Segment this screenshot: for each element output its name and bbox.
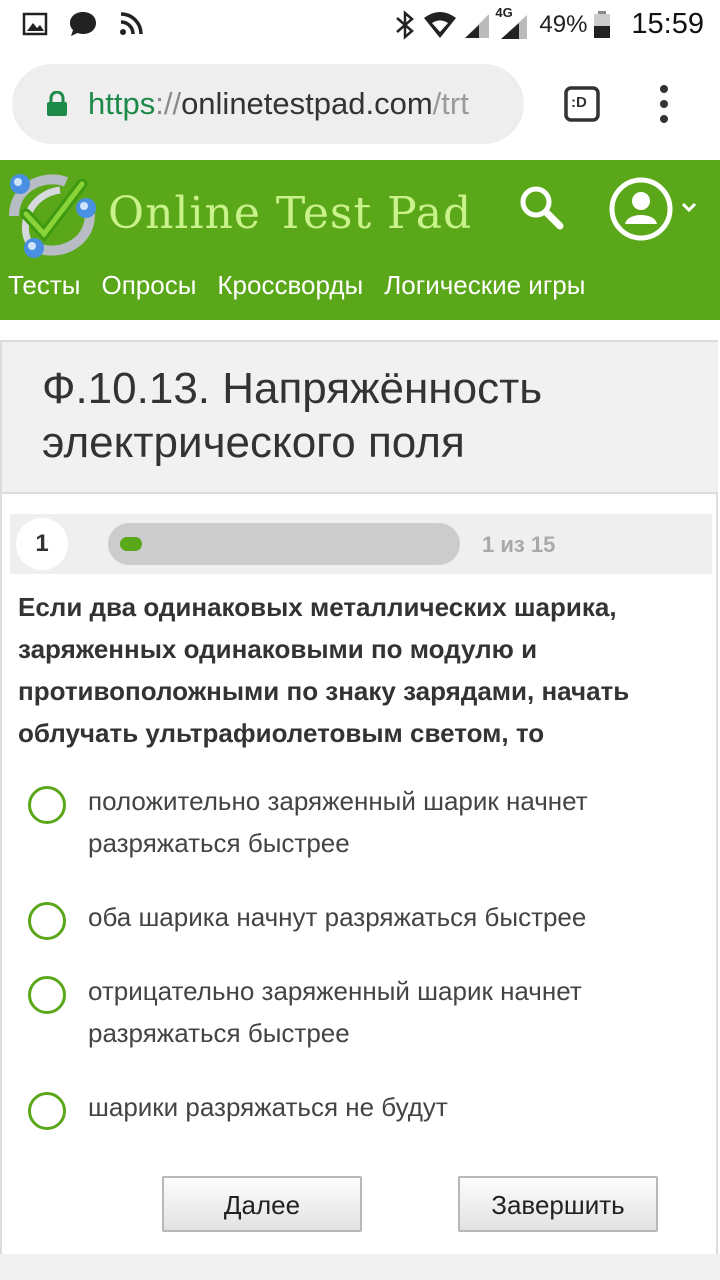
site-title[interactable]: Online Test Pad xyxy=(108,188,472,239)
radio-button[interactable] xyxy=(28,976,66,1014)
site-header: Online Test Pad Тесты Опросы Кроссворды … xyxy=(0,160,720,320)
search-button[interactable] xyxy=(516,182,566,232)
answer-label[interactable]: отрицательно заряженный шарик начнет раз… xyxy=(88,970,668,1054)
more-vert-icon xyxy=(660,85,668,123)
site-logo-icon[interactable] xyxy=(0,164,104,268)
test-title-area: Ф.10.13. Напряжённость электрического по… xyxy=(2,342,718,494)
url-separator: :// xyxy=(155,86,182,121)
bluetooth-icon xyxy=(396,9,415,40)
progress-count: 1 из 15 xyxy=(482,532,556,557)
clock: 15:59 xyxy=(631,8,704,40)
user-account-button[interactable] xyxy=(608,176,674,242)
answer-label[interactable]: шарики разряжаться не будут xyxy=(88,1086,668,1128)
page-title: Ф.10.13. Напряжённость электрического по… xyxy=(42,364,543,467)
status-bar: 4G 49% 15:59 xyxy=(0,0,720,50)
test-card: Ф.10.13. Напряжённость электрического по… xyxy=(0,340,718,1280)
rss-icon xyxy=(120,12,143,35)
main-nav: Тесты Опросы Кроссворды Логические игры xyxy=(8,270,585,301)
notification-icons xyxy=(22,10,144,38)
question-text: Если два одинаковых металлических шарика… xyxy=(18,592,630,748)
url-path: /trt xyxy=(432,86,469,121)
url-host: onlinetestpad.com xyxy=(181,86,433,121)
nav-item-polls[interactable]: Опросы xyxy=(101,270,196,301)
radio-button[interactable] xyxy=(28,786,66,824)
page-footer-strip xyxy=(0,1254,720,1280)
url-text: https://onlinetestpad.com/trt xyxy=(88,86,469,122)
radio-button[interactable] xyxy=(28,902,66,940)
signal-4g-icon: 4G xyxy=(495,5,529,41)
search-icon xyxy=(520,186,564,230)
user-avatar-icon xyxy=(609,177,673,241)
progress-bar-fill xyxy=(120,537,142,551)
url-scheme: https xyxy=(88,86,156,121)
nav-item-tests[interactable]: Тесты xyxy=(8,270,80,301)
browser-menu-button[interactable] xyxy=(652,84,676,124)
browser-toolbar: https://onlinetestpad.com/trt :D xyxy=(0,50,720,160)
signal-icon xyxy=(465,13,490,38)
battery-percent: 49% xyxy=(539,10,588,38)
wifi-icon xyxy=(424,11,457,38)
question-number-badge: 1 xyxy=(16,518,68,570)
tab-switcher-button[interactable]: :D xyxy=(564,86,600,122)
lock-icon xyxy=(46,90,68,117)
answer-label[interactable]: положительно заряженный шарик начнет раз… xyxy=(88,780,668,864)
progress-bar xyxy=(108,523,460,565)
progress-row: 1 1 из 15 xyxy=(10,514,712,574)
answer-label[interactable]: оба шарика начнут разряжаться быстрее xyxy=(88,896,668,938)
radio-button[interactable] xyxy=(28,1092,66,1130)
chat-icon xyxy=(70,12,96,36)
finish-button[interactable]: Завершить xyxy=(458,1176,658,1232)
chevron-down-icon[interactable] xyxy=(680,198,698,216)
nav-item-crosswords[interactable]: Кроссворды xyxy=(217,270,363,301)
address-bar[interactable]: https://onlinetestpad.com/trt xyxy=(12,64,524,144)
battery-icon xyxy=(594,10,611,38)
nav-item-logic-games[interactable]: Логические игры xyxy=(384,270,585,301)
gallery-icon xyxy=(22,12,48,36)
next-button[interactable]: Далее xyxy=(162,1176,362,1232)
system-icons: 4G 49% 15:59 xyxy=(393,5,704,41)
tab-switcher-label: :D xyxy=(571,94,587,111)
